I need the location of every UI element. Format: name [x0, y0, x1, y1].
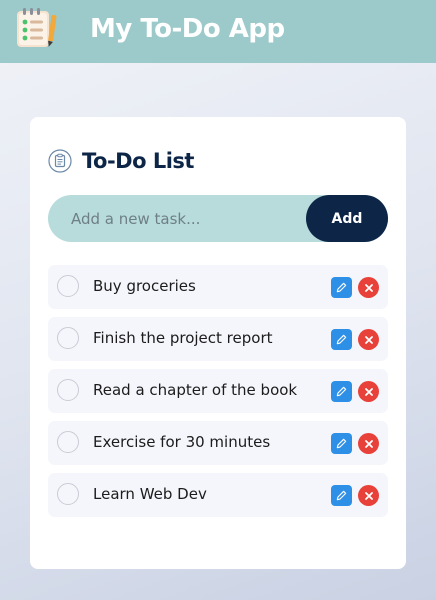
circle-checkbox-icon[interactable] — [57, 379, 79, 401]
pencil-icon — [336, 490, 347, 501]
close-icon — [364, 439, 373, 448]
circle-checkbox-icon[interactable] — [57, 327, 79, 349]
card-header: To-Do List — [48, 147, 194, 175]
pencil-icon — [336, 438, 347, 449]
edit-task-button[interactable] — [331, 277, 352, 298]
delete-task-button[interactable] — [358, 329, 379, 350]
list-item: Finish the project report — [48, 317, 388, 361]
list-item: Learn Web Dev — [48, 473, 388, 517]
pencil-icon — [336, 386, 347, 397]
pencil-icon — [336, 282, 347, 293]
list-item: Read a chapter of the book — [48, 369, 388, 413]
circle-checkbox-icon[interactable] — [57, 483, 79, 505]
clipboard-list-icon — [48, 149, 72, 173]
edit-task-button[interactable] — [331, 381, 352, 402]
delete-task-button[interactable] — [358, 485, 379, 506]
notepad-checklist-icon — [17, 8, 57, 47]
close-icon — [364, 283, 373, 292]
edit-task-button[interactable] — [331, 485, 352, 506]
circle-checkbox-icon[interactable] — [57, 431, 79, 453]
card-title: To-Do List — [82, 149, 194, 173]
task-text: Buy groceries — [93, 277, 196, 295]
close-icon — [364, 335, 373, 344]
list-item: Exercise for 30 minutes — [48, 421, 388, 465]
close-icon — [364, 387, 373, 396]
app-header: My To-Do App — [0, 0, 436, 63]
delete-task-button[interactable] — [358, 433, 379, 454]
circle-checkbox-icon[interactable] — [57, 275, 79, 297]
task-list: Buy groceries Finish the project report … — [48, 265, 388, 525]
delete-task-button[interactable] — [358, 381, 379, 402]
app-title: My To-Do App — [90, 14, 285, 44]
delete-task-button[interactable] — [358, 277, 379, 298]
pencil-icon — [336, 334, 347, 345]
close-icon — [364, 491, 373, 500]
edit-task-button[interactable] — [331, 329, 352, 350]
add-task-button[interactable]: Add — [306, 195, 388, 242]
task-text: Learn Web Dev — [93, 485, 207, 503]
task-text: Read a chapter of the book — [93, 381, 298, 399]
new-task-input[interactable] — [48, 195, 318, 242]
todo-card: To-Do List Add Buy groceries Finish the … — [30, 117, 406, 569]
task-text: Exercise for 30 minutes — [93, 433, 271, 451]
task-text: Finish the project report — [93, 329, 273, 347]
edit-task-button[interactable] — [331, 433, 352, 454]
add-task-bar: Add — [48, 195, 388, 242]
list-item: Buy groceries — [48, 265, 388, 309]
